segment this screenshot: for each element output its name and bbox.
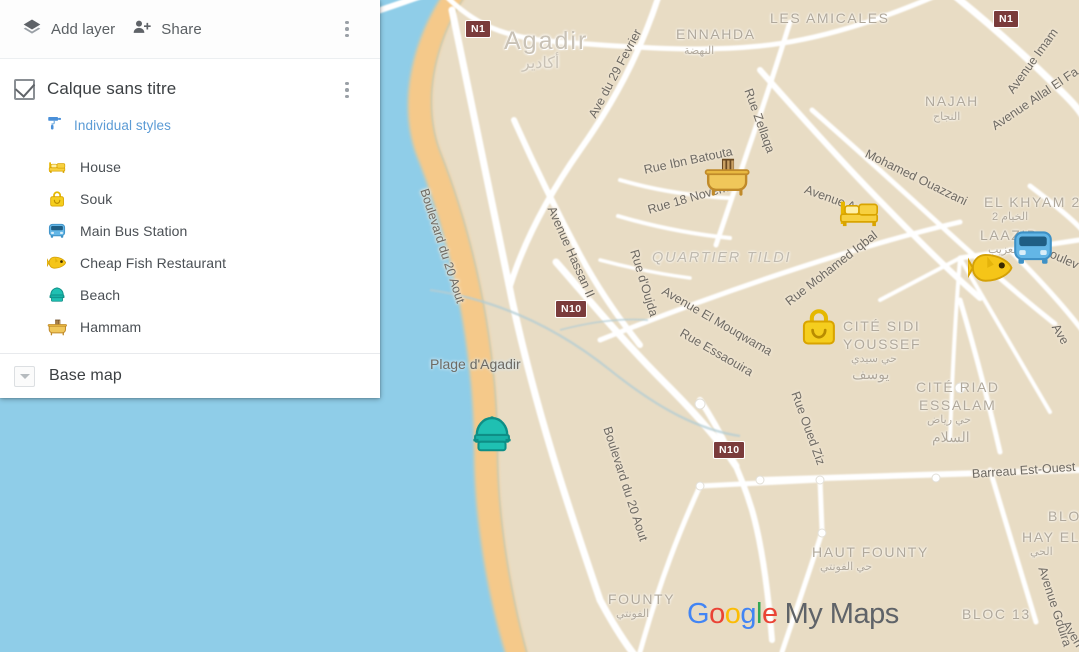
bus-station-marker[interactable] xyxy=(1012,227,1054,267)
bus-icon xyxy=(46,221,68,241)
feature-list: House Souk Main Bus Station Cheap Fish R… xyxy=(0,139,380,343)
layer-name[interactable]: Calque sans titre xyxy=(47,79,176,99)
feature-row-souk[interactable]: Souk xyxy=(0,183,380,215)
feature-row-cheap-fish-restaurant[interactable]: Cheap Fish Restaurant xyxy=(0,247,380,279)
feature-label: Cheap Fish Restaurant xyxy=(80,255,227,271)
add-layer-label: Add layer xyxy=(51,20,116,38)
souk-marker[interactable] xyxy=(800,306,838,348)
add-layer-button[interactable]: Add layer xyxy=(14,11,123,48)
more-vert-dot xyxy=(345,33,349,38)
beach-umbrella-icon xyxy=(46,285,68,305)
feature-row-hammam[interactable]: Hammam xyxy=(0,311,380,343)
layer-title-row: Calque sans titre xyxy=(0,73,380,105)
bathtub-icon xyxy=(46,317,68,337)
feature-row-house[interactable]: House xyxy=(0,151,380,183)
feature-label: Hammam xyxy=(80,319,142,335)
more-vert-dot xyxy=(345,20,349,25)
paint-roller-icon xyxy=(46,114,64,137)
handbag-icon xyxy=(46,189,68,209)
more-vert-dot xyxy=(345,94,349,99)
layer-overflow-menu-button[interactable] xyxy=(336,73,358,107)
bed-icon xyxy=(46,157,68,177)
feature-label: Beach xyxy=(80,287,121,303)
triangle-down-icon[interactable] xyxy=(14,365,35,387)
hammam-marker[interactable] xyxy=(703,155,751,197)
individual-styles-button[interactable]: Individual styles xyxy=(0,105,380,139)
layer-visibility-checkbox[interactable] xyxy=(14,78,35,100)
layers-icon xyxy=(22,17,42,42)
panel-header: Add layer Share xyxy=(0,0,380,59)
fish-icon xyxy=(46,253,68,273)
panel-overflow-menu-button[interactable] xyxy=(336,12,358,46)
feature-label: Main Bus Station xyxy=(80,223,188,239)
individual-styles-label: Individual styles xyxy=(74,118,171,133)
person-add-icon xyxy=(131,17,152,42)
feature-label: Souk xyxy=(80,191,113,207)
layers-panel: Add layer Share Calque sans titre Indivi… xyxy=(0,0,380,398)
feature-label: House xyxy=(80,159,121,175)
base-map-row[interactable]: Base map xyxy=(0,353,380,398)
feature-row-beach[interactable]: Beach xyxy=(0,279,380,311)
more-vert-dot xyxy=(345,27,349,31)
base-map-label: Base map xyxy=(49,367,122,384)
my-maps-app: Agadir أكادير ENNAHDA النهضة LES AMICALES NA… xyxy=(0,0,1079,652)
house-marker[interactable] xyxy=(838,196,880,230)
more-vert-dot xyxy=(345,81,349,86)
share-label: Share xyxy=(161,20,202,38)
share-button[interactable]: Share xyxy=(123,11,210,48)
fish-restaurant-marker[interactable] xyxy=(965,250,1016,286)
more-vert-dot xyxy=(345,88,349,92)
beach-marker[interactable] xyxy=(470,413,514,457)
feature-row-main-bus-station[interactable]: Main Bus Station xyxy=(0,215,380,247)
layer-section: Calque sans titre Individual styles Hous… xyxy=(0,59,380,353)
